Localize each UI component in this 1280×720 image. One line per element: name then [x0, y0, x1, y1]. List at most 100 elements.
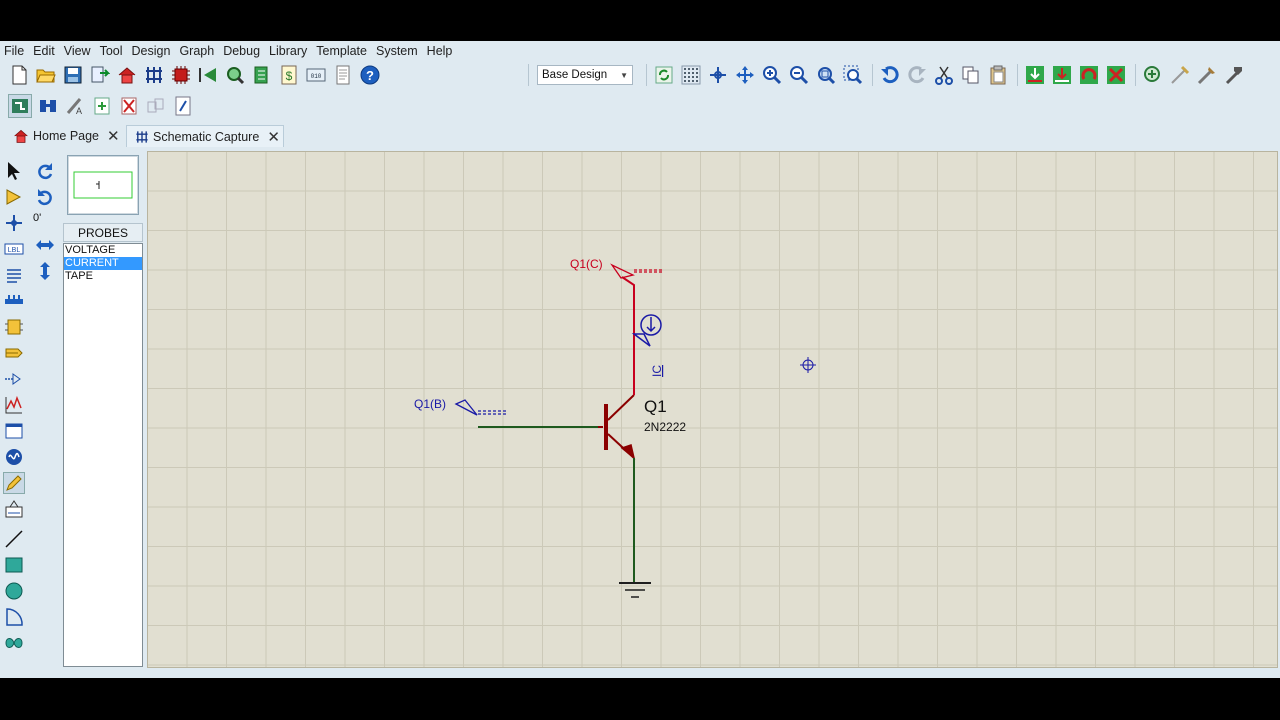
exit-to-parent-icon[interactable] [145, 95, 167, 117]
zoom-area-icon[interactable] [842, 64, 864, 86]
pick-device-icon[interactable] [1142, 64, 1164, 86]
buses-icon[interactable] [3, 290, 25, 312]
menu-view[interactable]: View [60, 44, 96, 58]
block-rotate-icon[interactable] [1078, 64, 1100, 86]
circle-tool-icon[interactable] [3, 580, 25, 602]
bom-icon[interactable] [251, 64, 273, 86]
probe-mode-icon[interactable] [3, 472, 25, 494]
menu-bar: File Edit View Tool Design Graph Debug L… [0, 41, 1280, 61]
new-file-icon[interactable] [8, 64, 30, 86]
copy-icon[interactable] [960, 64, 982, 86]
new-sheet-icon[interactable] [91, 95, 113, 117]
chevron-down-icon: ▼ [620, 70, 628, 80]
help-icon[interactable]: ? [359, 64, 381, 86]
zoom-in-icon[interactable] [761, 64, 783, 86]
zoom-board-icon[interactable] [224, 64, 246, 86]
block-move-icon[interactable] [1051, 64, 1073, 86]
tab-home-page[interactable]: Home Page ✕ [13, 125, 123, 147]
import-icon[interactable] [89, 64, 111, 86]
design-variant-select[interactable]: Base Design ▼ [537, 65, 633, 85]
base-terminal-symbol[interactable] [454, 399, 478, 416]
remove-sheet-icon[interactable] [118, 95, 140, 117]
rotate-anticlockwise-icon[interactable] [34, 187, 56, 209]
open-folder-icon[interactable] [35, 64, 57, 86]
cut-icon[interactable] [933, 64, 955, 86]
zoom-all-icon[interactable] [815, 64, 837, 86]
pan-icon[interactable] [734, 64, 756, 86]
visual-designer-icon[interactable]: A [64, 95, 86, 117]
redo-icon[interactable] [906, 64, 928, 86]
path-tool-icon[interactable] [3, 632, 25, 654]
wire-label-icon[interactable]: LBL [3, 238, 25, 260]
instrument-icon[interactable] [3, 498, 25, 520]
menu-tool[interactable]: Tool [96, 44, 128, 58]
menu-file[interactable]: File [0, 44, 29, 58]
pcb-layout-icon[interactable] [37, 95, 59, 117]
document-tabs: Home Page ✕ Schematic Capture ✕ [0, 124, 1280, 148]
save-icon[interactable] [62, 64, 84, 86]
list-item[interactable]: TAPE [64, 270, 142, 283]
selection-mode-icon[interactable] [3, 160, 25, 182]
collector-wire[interactable] [621, 276, 635, 395]
text-script-icon[interactable] [3, 264, 25, 286]
graph-icon[interactable] [3, 394, 25, 416]
tab-schematic-capture[interactable]: Schematic Capture ✕ [126, 125, 284, 147]
menu-debug[interactable]: Debug [219, 44, 265, 58]
cost-icon[interactable]: $ [278, 64, 300, 86]
design-explorer-icon[interactable] [172, 95, 194, 117]
status-bar [0, 669, 1280, 678]
make-device-icon[interactable] [1169, 64, 1191, 86]
menu-edit[interactable]: Edit [29, 44, 60, 58]
component-icon[interactable] [170, 64, 192, 86]
menu-system[interactable]: System [372, 44, 423, 58]
transistor-q1-symbol[interactable] [598, 393, 636, 461]
terminals-icon[interactable] [3, 342, 25, 364]
menu-help[interactable]: Help [423, 44, 458, 58]
home-icon[interactable] [116, 64, 138, 86]
grid-icon[interactable] [680, 64, 702, 86]
report-icon[interactable] [332, 64, 354, 86]
device-pins-icon[interactable] [3, 368, 25, 390]
schematic-capture-icon[interactable] [8, 94, 32, 118]
binary-icon[interactable]: 010 [305, 64, 327, 86]
box-tool-icon[interactable] [3, 554, 25, 576]
current-probe-label: IC [650, 365, 664, 377]
origin-icon[interactable] [707, 64, 729, 86]
menu-library[interactable]: Library [265, 44, 312, 58]
menu-design[interactable]: Design [128, 44, 176, 58]
collector-terminal-symbol[interactable] [610, 263, 635, 279]
menu-template[interactable]: Template [312, 44, 372, 58]
menu-graph[interactable]: Graph [175, 44, 219, 58]
ground-symbol[interactable] [619, 582, 651, 598]
mirror-x-icon[interactable] [34, 234, 56, 256]
block-copy-icon[interactable] [1024, 64, 1046, 86]
list-item[interactable]: VOLTAGE [64, 244, 142, 257]
rotate-clockwise-icon[interactable] [34, 161, 56, 183]
arc-tool-icon[interactable] [3, 606, 25, 628]
decompose-icon[interactable] [1223, 64, 1245, 86]
close-icon[interactable]: ✕ [267, 128, 280, 146]
overview-preview[interactable] [67, 155, 139, 215]
active-popup-icon[interactable] [3, 420, 25, 442]
paste-icon[interactable] [987, 64, 1009, 86]
zoom-out-icon[interactable] [788, 64, 810, 86]
component-mode-icon[interactable] [3, 186, 25, 208]
back-annotate-icon[interactable] [197, 64, 219, 86]
generator-icon[interactable] [3, 446, 25, 468]
probes-list-header: PROBES [63, 223, 143, 242]
netlist-icon[interactable] [143, 64, 165, 86]
collector-terminal-label: Q1(C) [570, 257, 603, 271]
line-tool-icon[interactable] [3, 528, 25, 550]
mirror-y-icon[interactable] [34, 260, 56, 282]
junction-dot-icon[interactable] [3, 212, 25, 234]
subcircuit-icon[interactable] [3, 316, 25, 338]
schematic-canvas[interactable]: Q1(C) IC Q1(B) Q1 2N2222 [147, 151, 1278, 668]
refresh-icon[interactable] [653, 64, 675, 86]
list-item[interactable]: CURRENT [64, 257, 142, 270]
transistor-value: 2N2222 [644, 420, 686, 434]
svg-text:LBL: LBL [8, 247, 21, 254]
undo-icon[interactable] [879, 64, 901, 86]
close-icon[interactable]: ✕ [107, 127, 120, 145]
packaging-tool-icon[interactable] [1196, 64, 1218, 86]
block-delete-icon[interactable] [1105, 64, 1127, 86]
